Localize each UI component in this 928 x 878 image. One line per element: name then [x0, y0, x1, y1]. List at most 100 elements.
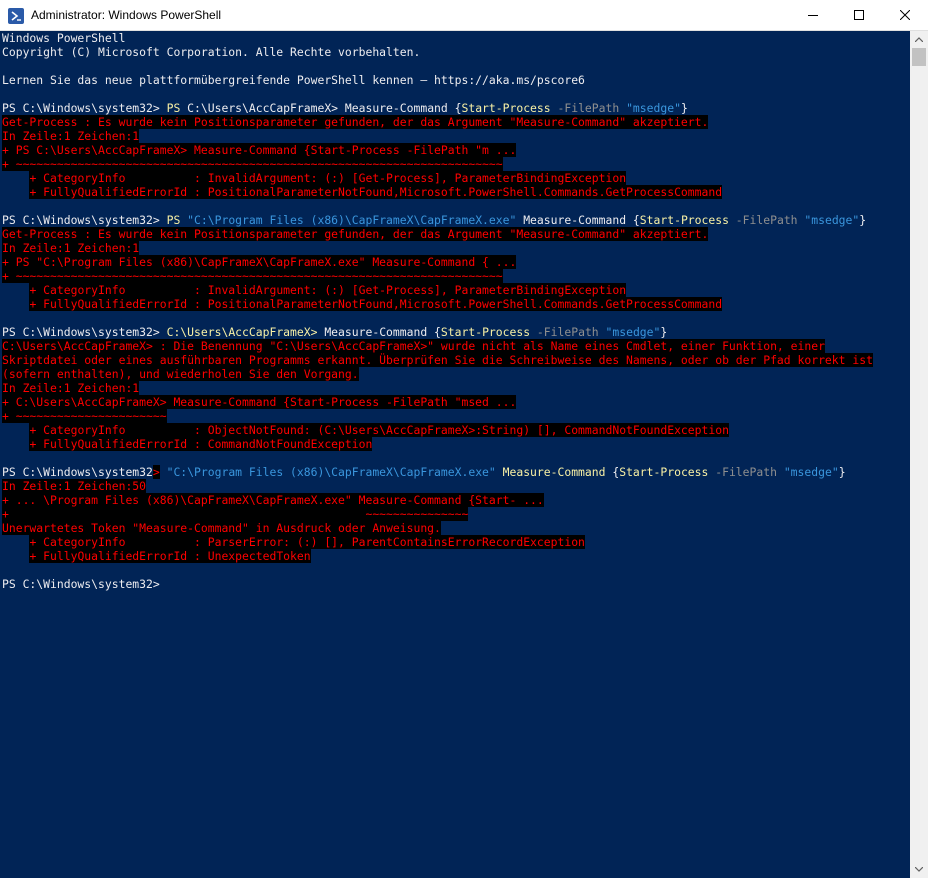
console-line: PS C:\Windows\system32> PS "C:\Program F…: [2, 213, 873, 227]
console-line: + ~~~~~~~~~~~~~~~: [2, 507, 873, 521]
console-line: In Zeile:1 Zeichen:50: [2, 479, 873, 493]
console-line: + FullyQualifiedErrorId : UnexpectedToke…: [2, 549, 873, 563]
console-text: Measure-Command {: [317, 325, 441, 339]
console-output[interactable]: Windows PowerShell Copyright (C) Microsof…: [0, 31, 910, 878]
console-line: C:\Users\AccCapFrameX> : Die Benennung "…: [2, 339, 873, 353]
console-lines: Windows PowerShell Copyright (C) Microsof…: [2, 31, 873, 591]
console-text: Lernen Sie das neue plattformübergreifen…: [2, 73, 585, 87]
console-line: + FullyQualifiedErrorId : PositionalPara…: [2, 185, 873, 199]
console-line: + ~~~~~~~~~~~~~~~~~~~~~~~~~~~~~~~~~~~~~~…: [2, 157, 873, 171]
console-text: PS: [166, 101, 181, 115]
scroll-down-button[interactable]: [910, 861, 928, 878]
console-line: PS C:\Windows\system32>: [2, 577, 873, 591]
window-title: Administrator: Windows PowerShell: [31, 8, 222, 22]
console-line: In Zeile:1 Zeichen:1: [2, 381, 873, 395]
minimize-button[interactable]: [790, 0, 836, 31]
console-line: + ~~~~~~~~~~~~~~~~~~~~~~: [2, 409, 873, 423]
console-line: + CategoryInfo : InvalidArgument: (:) [G…: [2, 171, 873, 185]
chevron-down-icon: [915, 867, 923, 872]
console-text: -FilePath: [728, 213, 805, 227]
console-text: }: [680, 101, 688, 115]
console-text: + C:\Users\AccCapFrameX> Measure-Command…: [2, 395, 517, 409]
console-text: PS C:\Windows\system32>: [2, 213, 167, 227]
console-line: PS C:\Windows\system32> "C:\Program File…: [2, 465, 873, 479]
console-line: + CategoryInfo : ParserError: (:) [], Pa…: [2, 535, 873, 549]
console-line: + FullyQualifiedErrorId : CommandNotFoun…: [2, 437, 873, 451]
console-line: + C:\Users\AccCapFrameX> Measure-Command…: [2, 395, 873, 409]
close-icon: [900, 10, 910, 20]
console-line: + PS "C:\Program Files (x86)\CapFrameX\C…: [2, 255, 873, 269]
console-text: In Zeile:1 Zeichen:50: [2, 479, 147, 493]
console-text: -FilePath: [708, 465, 784, 479]
console-text: Start-Process: [461, 101, 551, 115]
console-text: }: [660, 325, 668, 339]
console-line: In Zeile:1 Zeichen:1: [2, 129, 873, 143]
console-text: + ... \Program Files (x86)\CapFrameX\Cap…: [2, 493, 544, 507]
console-text: In Zeile:1 Zeichen:1: [2, 241, 140, 255]
console-text: }: [859, 213, 867, 227]
console-line: + CategoryInfo : InvalidArgument: (:) [G…: [2, 283, 873, 297]
vertical-scrollbar[interactable]: [910, 31, 928, 878]
console-text: "C:\Program Files (x86)\CapFrameX\CapFra…: [166, 465, 496, 479]
console-line: Lernen Sie das neue plattformübergreifen…: [2, 73, 873, 87]
console-text: + CategoryInfo : InvalidArgument: (:) [G…: [29, 283, 627, 297]
console-text: "msedge": [626, 101, 681, 115]
console-text: PS C:\Windows\system32>: [2, 101, 167, 115]
console-text: "C:\Program Files (x86)\CapFrameX\CapFra…: [187, 213, 517, 227]
console-text: PS: [166, 213, 181, 227]
title-bar[interactable]: Administrator: Windows PowerShell: [0, 0, 928, 31]
console-text: PS C:\Windows\system32>: [2, 577, 160, 591]
scroll-up-button[interactable]: [910, 31, 928, 48]
console-text: -FilePath: [550, 101, 627, 115]
console-text: + FullyQualifiedErrorId : CommandNotFoun…: [29, 437, 373, 451]
maximize-button[interactable]: [836, 0, 882, 31]
console-line: Copyright (C) Microsoft Corporation. All…: [2, 45, 873, 59]
console-line: Skriptdatei oder eines ausführbaren Prog…: [2, 353, 873, 367]
console-text: Skriptdatei oder eines ausführbaren Prog…: [2, 353, 873, 367]
console-text: C:\Users\AccCapFrameX> : Die Benennung "…: [2, 339, 825, 353]
console-text: PS C:\Windows\system32: [2, 465, 153, 479]
console-line: PS C:\Windows\system32> PS C:\Users\AccC…: [2, 101, 873, 115]
console-text: + CategoryInfo : InvalidArgument: (:) [G…: [29, 171, 627, 185]
console-line: Get-Process : Es wurde kein Positionspar…: [2, 227, 873, 241]
close-button[interactable]: [882, 0, 928, 31]
console-text: "msedge": [804, 213, 860, 227]
console-text: + ~~~~~~~~~~~~~~~~~~~~~~~~~~~~~~~~~~~~~~…: [2, 269, 503, 283]
console-line: Windows PowerShell: [2, 31, 873, 45]
console-text: In Zeile:1 Zeichen:1: [2, 381, 140, 395]
chevron-up-icon: [915, 37, 923, 42]
console-text: {: [605, 465, 620, 479]
console-text: >: [152, 465, 160, 479]
console-text: + ~~~~~~~~~~~~~~~~~~~~~~~~~~~~~~~~~~~~~~…: [2, 157, 503, 171]
console-line: PS C:\Windows\system32> C:\Users\AccCapF…: [2, 325, 873, 339]
console-line: + ... \Program Files (x86)\CapFrameX\Cap…: [2, 493, 873, 507]
console-line: Unerwartetes Token "Measure-Command" in …: [2, 521, 873, 535]
console-text: Start-Process: [619, 465, 709, 479]
console-text: + PS "C:\Program Files (x86)\CapFrameX\C…: [2, 255, 517, 269]
maximize-icon: [854, 10, 864, 20]
console-text: C:\Users\AccCapFrameX>: [166, 325, 318, 339]
console-text: Start-Process: [440, 325, 531, 339]
console-line: + PS C:\Users\AccCapFrameX> Measure-Comm…: [2, 143, 873, 157]
console-text: + FullyQualifiedErrorId : PositionalPara…: [29, 185, 723, 199]
console-line: + CategoryInfo : ObjectNotFound: (C:\Use…: [2, 423, 873, 437]
console-text: Measure-Command: [502, 465, 606, 479]
console-line: (sofern enthalten), und wiederholen Sie …: [2, 367, 873, 381]
scroll-thumb[interactable]: [912, 48, 926, 66]
console-text: + PS C:\Users\AccCapFrameX> Measure-Comm…: [2, 143, 517, 157]
